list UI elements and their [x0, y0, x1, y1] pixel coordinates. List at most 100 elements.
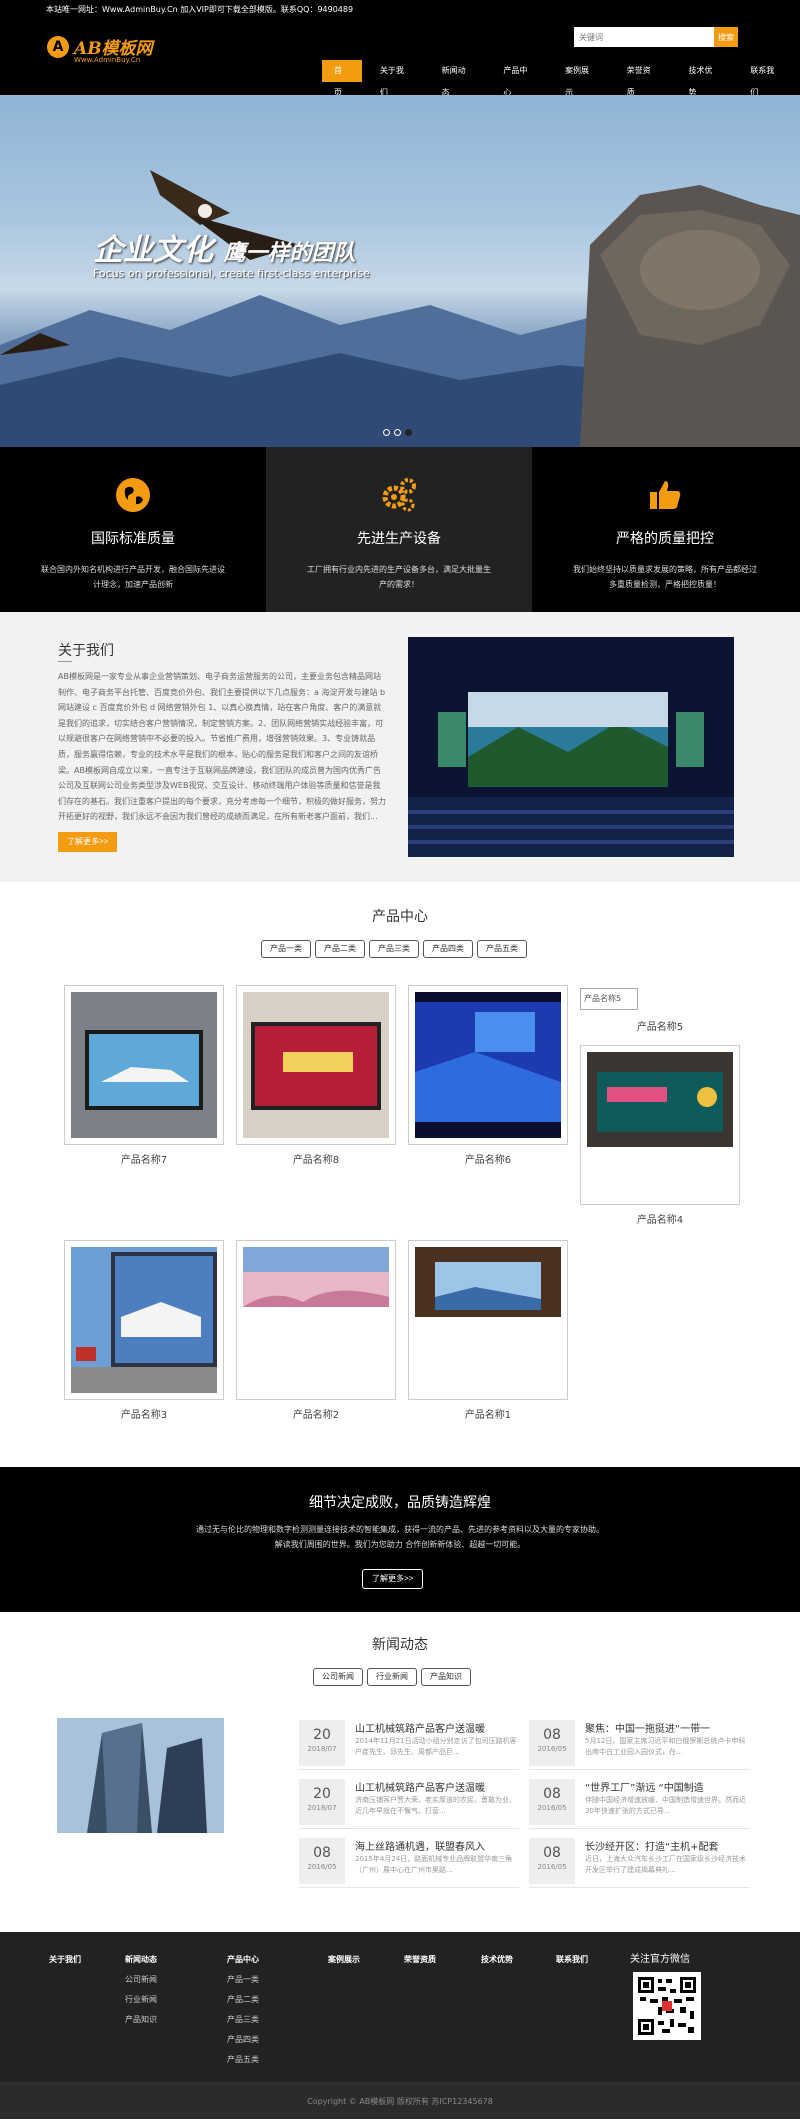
- footer-link[interactable]: 产品五类: [227, 2054, 259, 2065]
- nav-item-products[interactable]: 产品中心: [491, 60, 547, 97]
- product-tab[interactable]: 产品一类: [261, 940, 311, 958]
- news-day: 08: [543, 1786, 561, 1802]
- hero-banner[interactable]: 企业文化 鹰一样的团队 Focus on professional, creat…: [0, 95, 800, 447]
- feature-title: 先进生产设备: [357, 531, 441, 547]
- carousel-dot-1[interactable]: [383, 429, 390, 436]
- news-title: 新闻动态: [372, 1637, 428, 1653]
- nav-item-news[interactable]: 新闻动态: [430, 60, 486, 97]
- footer-link[interactable]: 行业新闻: [125, 1994, 157, 2005]
- product-name: 产品名称2: [292, 1410, 340, 1421]
- logo[interactable]: A AB模板网 Www.AdminBuy.Cn: [47, 34, 167, 74]
- footer-link[interactable]: 公司新闻: [125, 1974, 157, 1985]
- news-title[interactable]: 山工机械筑路产品客户送温暖: [355, 1720, 519, 1735]
- nav-item-home[interactable]: 首页: [322, 60, 362, 97]
- product-tab[interactable]: 产品二类: [315, 940, 365, 958]
- about-more-button[interactable]: 了解更多>>: [58, 832, 118, 852]
- footer-link[interactable]: 产品一类: [227, 1974, 259, 1985]
- nav-item-cases[interactable]: 案例展示: [553, 60, 609, 97]
- news-date: 20 2018/07: [299, 1779, 345, 1825]
- product-name: 产品名称4: [636, 1215, 684, 1226]
- news-item[interactable]: 08 2016/05 “世界工厂”渐远 “中国制造 伴随中国经济增速放缓、中国制造…: [529, 1779, 749, 1832]
- products-section: 产品中心 产品一类 产品二类 产品三类 产品四类 产品五类 产品名称7 产品名称…: [0, 882, 800, 1467]
- footer-col-products: 产品中心 产品一类 产品二类 产品三类 产品四类 产品五类: [227, 1954, 259, 2065]
- product-card[interactable]: 产品名称7: [64, 985, 224, 1166]
- news-date: 08 2016/05: [299, 1838, 345, 1884]
- news-day: 08: [313, 1845, 331, 1861]
- footer-link[interactable]: 产品三类: [227, 2014, 259, 2025]
- product-card[interactable]: 产品名称1: [408, 1240, 568, 1421]
- footer-col-contact: 联系我们: [556, 1954, 588, 1965]
- nav-item-tech[interactable]: 技术优势: [677, 60, 733, 97]
- footer-heading[interactable]: 新闻动态: [125, 1954, 157, 1965]
- slogan-line-2: 解读我们周围的世界。我们为您助力 合作创新新体验、超越一切可能。: [274, 1540, 526, 1549]
- carousel-dot-3[interactable]: [405, 429, 412, 436]
- news-item[interactable]: 20 2018/07 山工机械筑路产品客户送温暖 2014年11月21日活动小组分…: [299, 1720, 519, 1773]
- product-card[interactable]: 产品名称8: [236, 985, 396, 1166]
- news-title[interactable]: 长沙经开区：打造“主机+配套: [585, 1838, 749, 1853]
- footer-heading[interactable]: 关于我们: [49, 1954, 81, 1965]
- footer-link[interactable]: 产品二类: [227, 1994, 259, 2005]
- news-summary: 伴随中国经济增速放缓、中国制造增速世界。然而近30年快速扩张的方式已导...: [585, 1796, 746, 1815]
- footer: 关于我们 新闻动态 公司新闻 行业新闻 产品知识 产品中心 产品一类 产品二类 …: [0, 1932, 800, 2082]
- product-card[interactable]: 产品名称6: [408, 985, 568, 1166]
- product-tab[interactable]: 产品五类: [477, 940, 527, 958]
- news-title[interactable]: 聚焦：中国一拖挺进“一带一: [585, 1720, 749, 1735]
- news-summary: 5月12日。国家主席习近平和白俄罗斯总统卢卡申科出席中白工业园入园仪式，在...: [585, 1737, 746, 1756]
- news-day: 20: [313, 1786, 331, 1802]
- news-title[interactable]: “世界工厂”渐远 “中国制造: [585, 1779, 749, 1794]
- news-date: 08 2016/05: [529, 1779, 575, 1825]
- features-section: 国际标准质量 联合国内外知名机构进行产品开发，融合国际先进设计理念，加速产品创新…: [0, 447, 800, 612]
- news-date: 08 2016/05: [529, 1720, 575, 1766]
- carousel-dot-2[interactable]: [394, 429, 401, 436]
- footer-heading[interactable]: 产品中心: [227, 1954, 259, 1965]
- news-title[interactable]: 海上丝路通机遇，联盟春风入: [355, 1838, 519, 1853]
- nav-item-contact[interactable]: 联系我们: [738, 60, 794, 97]
- news-item[interactable]: 08 2016/05 聚焦：中国一拖挺进“一带一 5月12日。国家主席习近平和白俄…: [529, 1720, 749, 1773]
- news-item[interactable]: 20 2018/07 山工机械筑路产品客户送温暖 济南压铺客户贾大荣、老实厚道的农…: [299, 1779, 519, 1832]
- product-tab[interactable]: 产品四类: [423, 940, 473, 958]
- product-image: [243, 992, 389, 1138]
- slogan-banner: 细节决定成败，品质铸造辉煌 通过无与伦比的物理和数字检测测量连接技术的智能集成，…: [0, 1467, 800, 1612]
- copyright-text: Copyright © AB模板网 版权所有 苏ICP12345678: [307, 2097, 493, 2106]
- slogan-more-button[interactable]: 了解更多>>: [362, 1569, 424, 1589]
- news-tab[interactable]: 公司新闻: [313, 1668, 363, 1686]
- hero-title: 企业文化 鹰一样的团队: [93, 225, 355, 269]
- feature-title: 国际标准质量: [91, 531, 175, 547]
- hero-title-main: 企业文化: [93, 233, 213, 268]
- footer-link[interactable]: 产品知识: [125, 2014, 157, 2025]
- product-name: 产品名称8: [292, 1155, 340, 1166]
- footer-heading[interactable]: 联系我们: [556, 1954, 588, 1965]
- about-divider: [58, 661, 72, 662]
- product-card[interactable]: 产品名称3: [64, 1240, 224, 1421]
- footer-link[interactable]: 产品四类: [227, 2034, 259, 2045]
- skyscraper-image: [57, 1718, 224, 1833]
- product-card[interactable]: 产品名称4: [580, 1045, 740, 1226]
- footer-col-honors: 荣誉资质: [404, 1954, 436, 1965]
- product-name: 产品名称7: [120, 1155, 168, 1166]
- news-summary: 2015年4月24日，路面机械专业品牌联盟华南三角（广州）展中心在广州市奥路..…: [355, 1855, 513, 1874]
- product-image-broken[interactable]: 产品名称5: [580, 988, 638, 1010]
- news-tab[interactable]: 行业新闻: [367, 1668, 417, 1686]
- news-tab[interactable]: 产品知识: [421, 1668, 471, 1686]
- follow-wechat-label: 关注官方微信: [630, 1954, 690, 1965]
- news-item[interactable]: 08 2016/05 长沙经开区：打造“主机+配套 近日，上海大众汽车长沙工厂在国…: [529, 1838, 749, 1891]
- about-section: 关于我们 AB模板网是一家专业从事企业营销策划、电子商务运营服务的公司，主要业务…: [0, 612, 800, 882]
- footer-heading[interactable]: 案例展示: [328, 1954, 360, 1965]
- search-button[interactable]: 搜索: [714, 27, 738, 47]
- search-input[interactable]: [574, 27, 714, 47]
- thumbs-up-icon: [650, 481, 681, 509]
- product-tab[interactable]: 产品三类: [369, 940, 419, 958]
- about-text: AB模板网是一家专业从事企业营销策划、电子商务运营服务的公司，主要业务包含精品网…: [58, 672, 386, 822]
- feature-equipment: 先进生产设备 工厂拥有行业内先进的生产设备多台，满足大批量生产的需求！: [266, 447, 532, 612]
- news-title[interactable]: 山工机械筑路产品客户送温暖: [355, 1779, 519, 1794]
- nav-item-honors[interactable]: 荣誉资质: [615, 60, 671, 97]
- product-card[interactable]: 产品名称2: [236, 1240, 396, 1421]
- nav-item-about[interactable]: 关于我们: [368, 60, 424, 97]
- about-theater-image: [408, 637, 734, 857]
- footer-heading[interactable]: 技术优势: [481, 1954, 513, 1965]
- news-item[interactable]: 08 2016/05 海上丝路通机遇，联盟春风入 2015年4月24日，路面机械专…: [299, 1838, 519, 1891]
- news-year-month: 2016/05: [537, 1804, 567, 1812]
- news-featured-image[interactable]: [57, 1718, 224, 1833]
- footer-heading[interactable]: 荣誉资质: [404, 1954, 436, 1965]
- feature-text: 工厂拥有行业内先进的生产设备多台，满足大批量生产的需求！: [307, 565, 491, 589]
